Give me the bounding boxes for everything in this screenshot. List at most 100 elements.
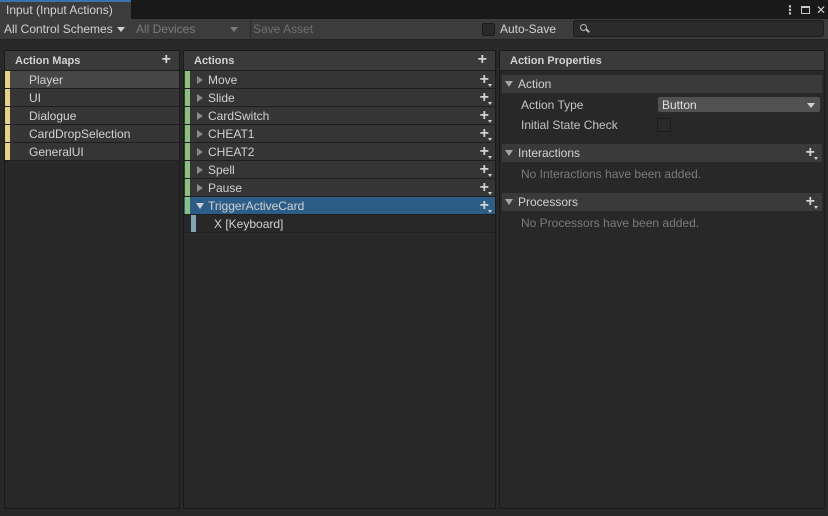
close-icon[interactable]: ✕: [816, 4, 826, 16]
action-map-color-bar: [5, 125, 10, 142]
expand-arrow-icon[interactable]: [197, 112, 203, 120]
action-map-label: UI: [29, 90, 41, 105]
actions-header: Actions +: [184, 51, 495, 71]
action-item-pause[interactable]: Pause +: [184, 179, 495, 197]
auto-save-checkbox[interactable]: [482, 22, 495, 36]
auto-save-label: Auto-Save: [500, 22, 557, 36]
auto-save-toggle[interactable]: Auto-Save: [482, 20, 556, 38]
collapse-arrow-icon[interactable]: [196, 203, 204, 209]
action-properties-panel: Action Properties Action Action Type But…: [499, 50, 825, 509]
chevron-down-icon: [230, 26, 238, 32]
processors-empty-message: No Processors have been added.: [521, 216, 700, 230]
action-color-bar: [185, 71, 190, 88]
action-item-slide[interactable]: Slide +: [184, 89, 495, 107]
devices-dropdown[interactable]: All Devices: [132, 19, 242, 39]
maximize-icon[interactable]: [800, 5, 810, 14]
action-map-label: Player: [29, 72, 64, 87]
chevron-down-icon: [116, 26, 125, 32]
add-binding-icon[interactable]: +: [480, 180, 493, 196]
action-map-item-generalui[interactable]: GeneralUI: [5, 143, 179, 161]
actions-title: Actions: [194, 54, 235, 67]
action-section-title: Action: [518, 77, 552, 91]
add-action-map-icon[interactable]: +: [162, 52, 171, 68]
action-map-color-bar: [5, 143, 10, 160]
action-item-cardswitch[interactable]: CardSwitch +: [184, 107, 495, 125]
devices-label: All Devices: [136, 22, 196, 36]
action-label: Slide: [208, 90, 235, 105]
window-title-bar: Input (Input Actions) ⋮ ✕: [0, 0, 828, 19]
action-label: Spell: [208, 162, 235, 177]
expand-arrow-icon[interactable]: [197, 76, 203, 84]
initial-state-check-checkbox[interactable]: [657, 118, 671, 132]
control-schemes-dropdown[interactable]: All Control Schemes: [4, 19, 130, 39]
save-asset-button[interactable]: Save Asset: [250, 20, 320, 38]
action-map-item-carddropselection[interactable]: CardDropSelection: [5, 125, 179, 143]
initial-state-check-label: Initial State Check: [521, 118, 618, 132]
control-schemes-label: All Control Schemes: [4, 22, 113, 36]
action-color-bar: [185, 179, 190, 196]
action-type-value: Button: [662, 98, 697, 112]
action-map-color-bar: [5, 71, 10, 88]
action-type-select[interactable]: Button: [657, 96, 821, 113]
section-collapse-icon: [505, 199, 513, 205]
action-label: Move: [208, 72, 238, 87]
action-map-label: GeneralUI: [29, 144, 84, 159]
action-type-label: Action Type: [521, 98, 584, 112]
expand-arrow-icon[interactable]: [197, 130, 203, 138]
action-item-move[interactable]: Move +: [184, 71, 495, 89]
add-action-icon[interactable]: +: [478, 52, 487, 68]
window-controls: ⋮ ✕: [784, 0, 826, 19]
action-section-header[interactable]: Action: [502, 75, 822, 93]
action-map-label: CardDropSelection: [29, 126, 131, 141]
chevron-down-icon: [807, 103, 815, 108]
action-label: CHEAT2: [208, 144, 255, 159]
action-map-item-dialogue[interactable]: Dialogue: [5, 107, 179, 125]
binding-color-bar: [191, 215, 196, 232]
add-binding-icon[interactable]: +: [480, 72, 493, 88]
interactions-section-title: Interactions: [518, 146, 581, 160]
action-color-bar: [185, 197, 190, 214]
binding-label: X [Keyboard]: [214, 216, 284, 231]
interactions-empty-message: No Interactions have been added.: [521, 167, 702, 181]
add-binding-icon[interactable]: +: [480, 126, 493, 142]
add-processor-icon[interactable]: +: [806, 194, 819, 210]
action-color-bar: [185, 161, 190, 178]
add-binding-icon[interactable]: +: [480, 144, 493, 160]
add-binding-icon[interactable]: +: [480, 108, 493, 124]
add-binding-icon[interactable]: +: [480, 198, 493, 214]
action-label: Pause: [208, 180, 243, 195]
section-collapse-icon: [505, 81, 513, 87]
action-properties-title: Action Properties: [510, 54, 602, 67]
actions-panel: Actions + Move + Slide + CardSwitch + CH…: [183, 50, 496, 509]
window-tab[interactable]: Input (Input Actions): [0, 0, 131, 19]
action-color-bar: [185, 125, 190, 142]
action-item-cheat2[interactable]: CHEAT2 +: [184, 143, 495, 161]
action-maps-panel: Action Maps + Player UI Dialogue CardDro…: [4, 50, 180, 509]
action-map-item-ui[interactable]: UI: [5, 89, 179, 107]
add-binding-icon[interactable]: +: [480, 90, 493, 106]
processors-section-header[interactable]: Processors +: [502, 193, 822, 211]
action-color-bar: [185, 143, 190, 160]
binding-item[interactable]: X [Keyboard]: [184, 215, 495, 233]
interactions-section-header[interactable]: Interactions +: [502, 144, 822, 162]
action-item-cheat1[interactable]: CHEAT1 +: [184, 125, 495, 143]
processors-section-title: Processors: [518, 195, 579, 209]
expand-arrow-icon[interactable]: [197, 166, 203, 174]
action-item-triggeractivecard[interactable]: TriggerActiveCard +: [184, 197, 495, 215]
search-input[interactable]: [573, 20, 824, 37]
expand-arrow-icon[interactable]: [197, 94, 203, 102]
action-label: CHEAT1: [208, 126, 255, 141]
action-item-spell[interactable]: Spell +: [184, 161, 495, 179]
action-properties-header: Action Properties: [500, 51, 824, 71]
section-collapse-icon: [505, 150, 513, 156]
action-map-color-bar: [5, 89, 10, 106]
add-binding-icon[interactable]: +: [480, 162, 493, 178]
add-interaction-icon[interactable]: +: [806, 145, 819, 161]
action-maps-header: Action Maps +: [5, 51, 179, 71]
expand-arrow-icon[interactable]: [197, 184, 203, 192]
more-options-icon[interactable]: ⋮: [784, 4, 796, 16]
action-maps-title: Action Maps: [15, 54, 81, 67]
toolbar: All Control Schemes All Devices Save Ass…: [0, 19, 828, 40]
expand-arrow-icon[interactable]: [197, 148, 203, 156]
action-map-item-player[interactable]: Player: [5, 71, 179, 89]
